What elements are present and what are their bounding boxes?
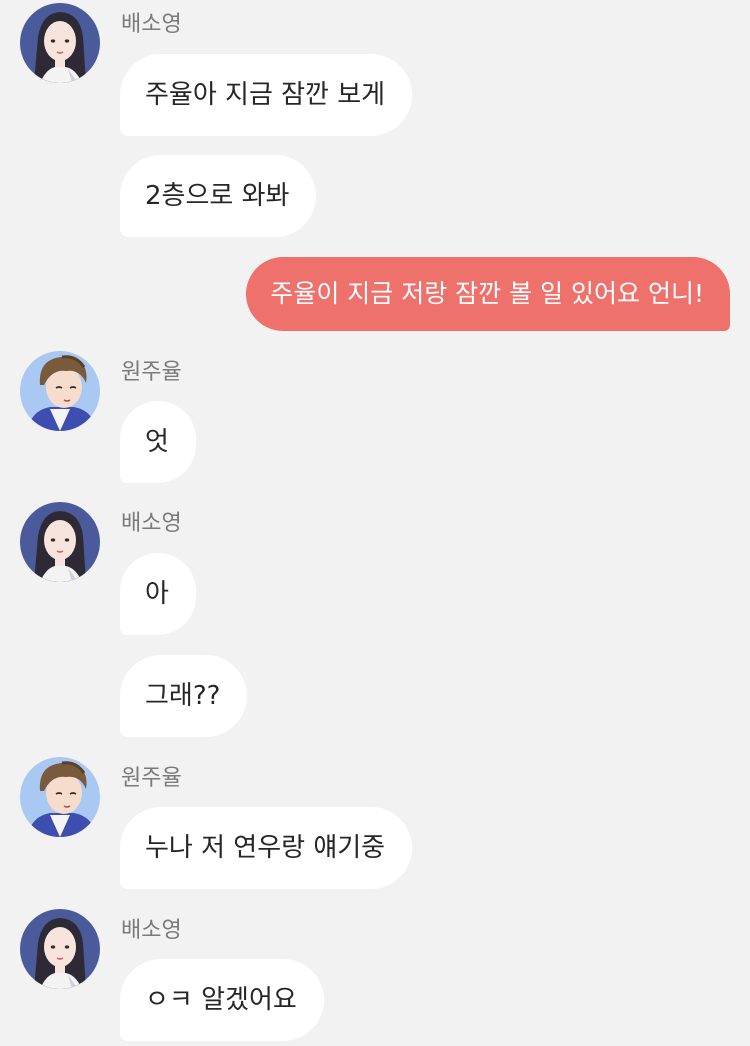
message-bubble[interactable]: 엇 [120,401,196,483]
message-bubble[interactable]: 2층으로 와봐 [120,155,317,237]
message-bubble[interactable]: 아 [120,553,196,635]
girl-avatar[interactable] [20,909,100,989]
outgoing-message-bubble[interactable]: 주율이 지금 저랑 잠깐 볼 일 있어요 언니! [246,257,730,331]
sender-name: 배소영 [121,12,182,37]
girl-avatar[interactable] [20,502,100,582]
boy-avatar[interactable] [20,351,100,431]
message-bubble[interactable]: 누나 저 연우랑 얘기중 [120,807,413,889]
message-bubble[interactable]: 주율아 지금 잠깐 보게 [120,54,413,136]
message-bubble[interactable]: ㅇㅋ 알겠어요 [120,959,324,1041]
sender-name: 원주율 [121,360,182,385]
sender-name: 원주율 [121,766,182,791]
girl-avatar[interactable] [20,3,100,83]
boy-avatar[interactable] [20,757,100,837]
sender-name: 배소영 [121,918,182,943]
message-bubble[interactable]: 그래?? [120,655,248,737]
sender-name: 배소영 [121,511,182,536]
